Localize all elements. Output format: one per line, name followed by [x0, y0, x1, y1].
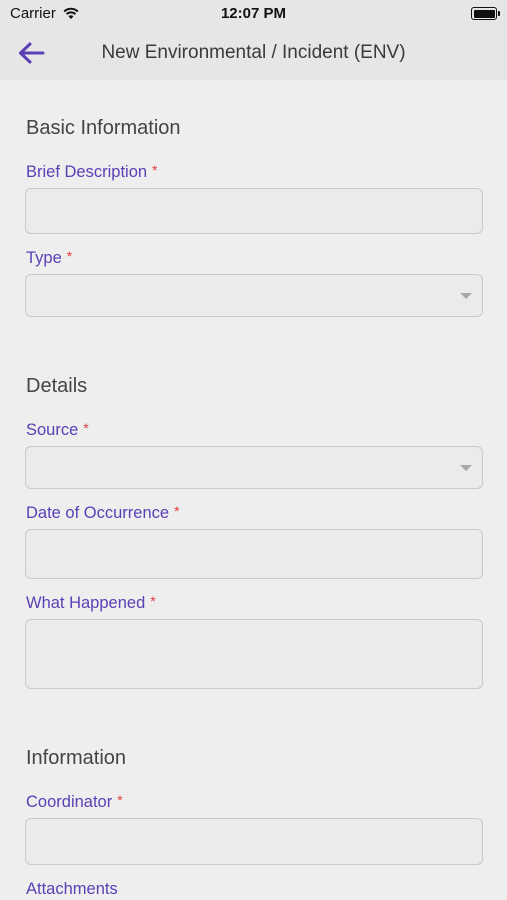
status-bar: Carrier 12:07 PM — [0, 0, 507, 28]
date-of-occurrence-label: Date of Occurrence * — [26, 503, 180, 522]
dropdown-arrow-icon — [460, 292, 472, 299]
source-label: Source * — [26, 420, 89, 439]
required-marker: * — [174, 503, 180, 519]
clock: 12:07 PM — [220, 5, 287, 22]
coordinator-label: Coordinator * — [26, 792, 123, 811]
type-label: Type * — [26, 248, 73, 267]
what-happened-label: What Happened * — [26, 593, 156, 612]
brief-description-label: Brief Description * — [26, 162, 158, 181]
attachments-label: Attachments — [26, 880, 118, 898]
type-dropdown[interactable] — [25, 274, 483, 317]
section-title-information: Information — [26, 747, 127, 769]
brief-description-input[interactable] — [25, 188, 483, 234]
required-marker: * — [150, 593, 156, 609]
what-happened-textarea[interactable] — [25, 619, 483, 689]
coordinator-input[interactable] — [25, 818, 483, 865]
section-title-details: Details — [26, 375, 88, 397]
dropdown-arrow-icon — [460, 464, 472, 471]
section-title-basic-information: Basic Information — [26, 117, 181, 139]
required-marker: * — [66, 248, 73, 264]
battery-icon — [471, 7, 500, 20]
navigation-bar: New Environmental / Incident (ENV) — [0, 28, 507, 80]
required-marker: * — [83, 420, 89, 436]
date-of-occurrence-input[interactable] — [25, 529, 483, 579]
page-title: New Environmental / Incident (ENV) — [101, 42, 406, 63]
required-marker: * — [152, 162, 158, 178]
source-dropdown[interactable] — [25, 446, 483, 489]
required-marker: * — [117, 792, 123, 808]
